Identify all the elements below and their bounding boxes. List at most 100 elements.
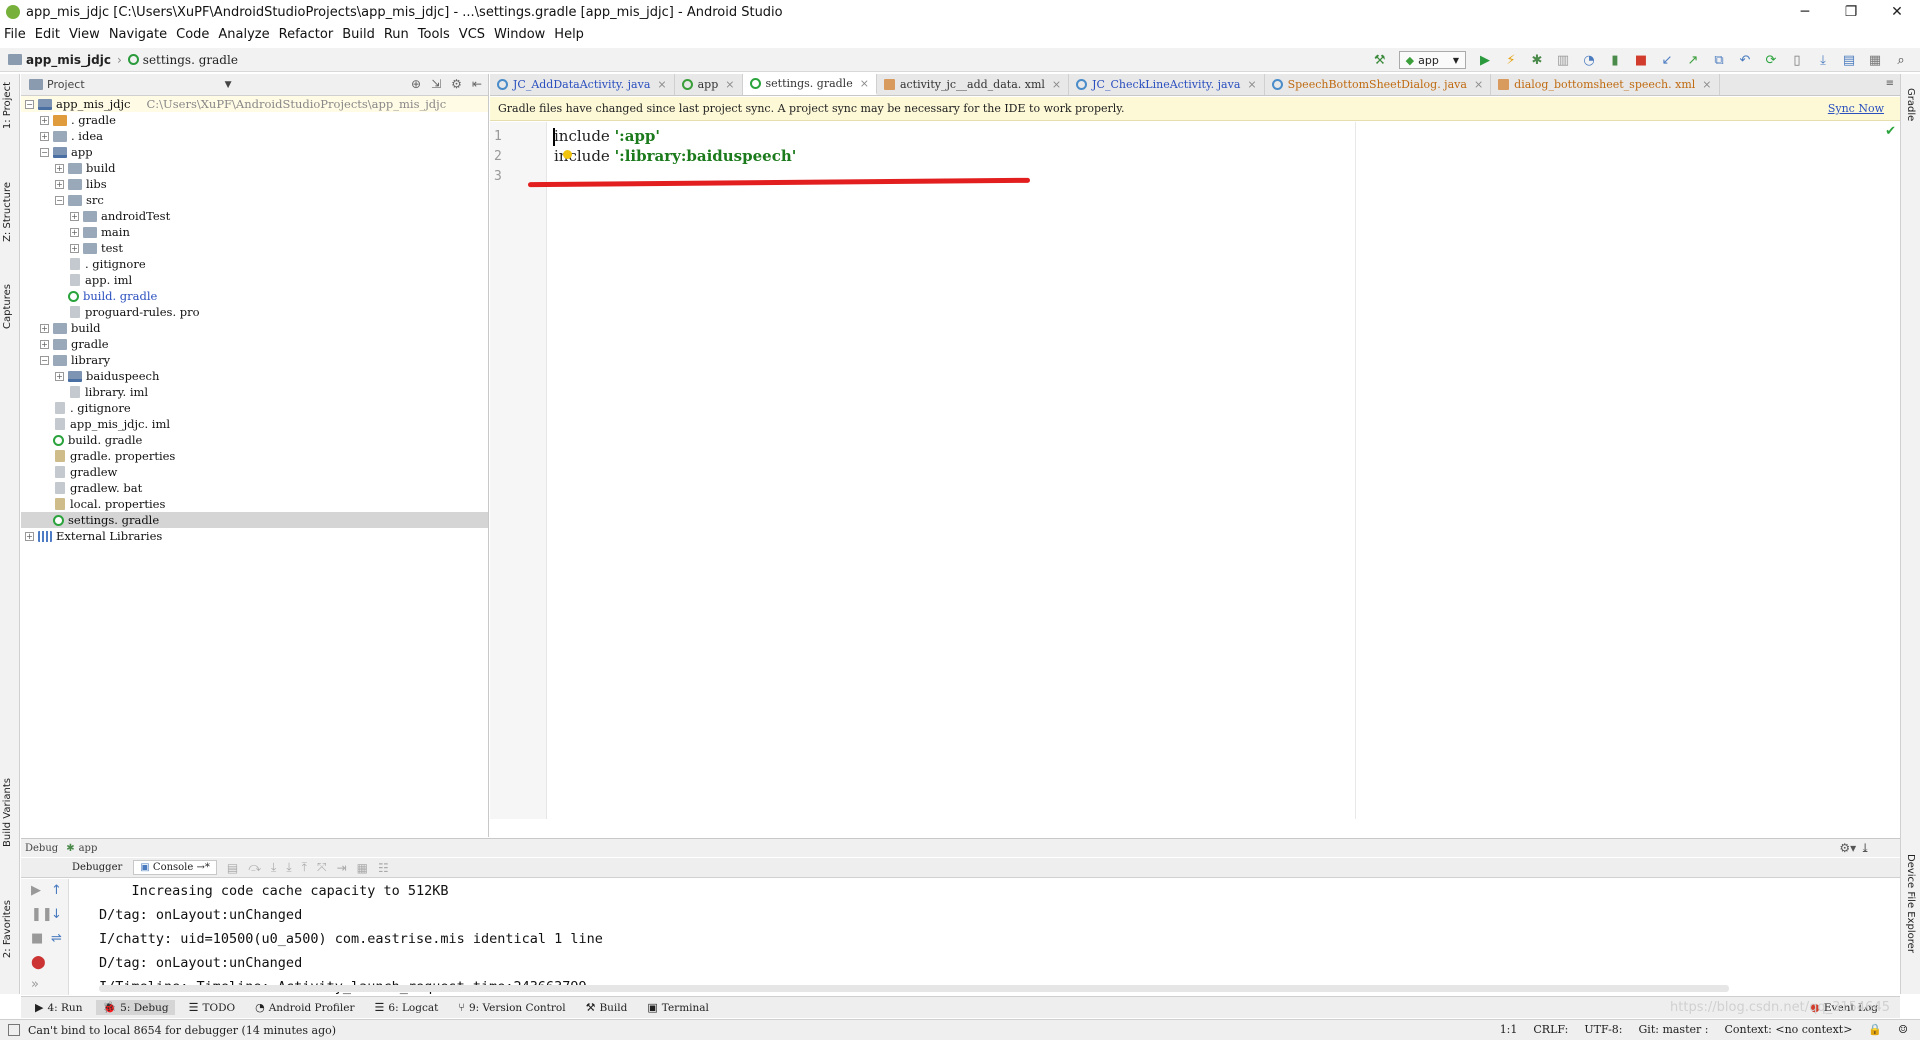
toggle-tool-windows-icon[interactable] — [8, 1024, 20, 1036]
expand-icon[interactable]: + — [40, 115, 49, 125]
expand-icon[interactable]: + — [70, 211, 79, 221]
tree-item[interactable]: app_mis_jdjc. iml — [21, 416, 488, 432]
tool-tab-device-file-explorer[interactable]: Device File Explorer — [1905, 854, 1916, 953]
git-branch[interactable]: Git: master : — [1639, 1023, 1709, 1036]
tool-window-button[interactable]: 🐞 5: Debug — [96, 1000, 175, 1015]
menu-code[interactable]: Code — [176, 27, 209, 42]
close-tab-icon[interactable]: × — [860, 77, 869, 90]
tool-tab-structure[interactable]: Z: Structure — [2, 182, 13, 242]
tree-item[interactable]: app. iml — [21, 272, 488, 288]
run-config-select[interactable]: ◆ app ▼ — [1398, 51, 1466, 69]
stop-icon[interactable]: ■ — [31, 931, 43, 946]
tool-window-button[interactable]: ⚒ Build — [580, 1000, 634, 1015]
close-tab-icon[interactable]: × — [657, 78, 666, 91]
tree-item[interactable]: − app_mis_jdjc C:\Users\XuPF\AndroidStudio… — [21, 96, 488, 112]
tool-tab-project[interactable]: 1: Project — [2, 82, 13, 129]
inspector-icon[interactable]: ☺ — [1898, 1023, 1908, 1036]
hide-panel-icon[interactable]: ⇤ — [472, 77, 482, 91]
trace-icon[interactable]: ☷ — [378, 861, 389, 875]
menu-run[interactable]: Run — [384, 27, 409, 42]
step-over-icon[interactable]: ⤼ — [248, 860, 261, 875]
soft-wrap-icon[interactable]: ⇌ — [51, 931, 62, 946]
tool-window-button[interactable]: ▣ Terminal — [641, 1000, 715, 1015]
tool-window-button[interactable]: ⑂ 9: Version Control — [452, 1000, 571, 1015]
tree-item[interactable]: proguard-rules. pro — [21, 304, 488, 320]
tree-item[interactable]: + build — [21, 320, 488, 336]
vcs-revert-icon[interactable]: ↶ — [1737, 52, 1753, 68]
tree-item[interactable]: . gitignore — [21, 400, 488, 416]
tree-item[interactable]: + main — [21, 224, 488, 240]
menu-navigate[interactable]: Navigate — [109, 27, 167, 42]
tool-window-button[interactable]: ▶ 4: Run — [29, 1000, 88, 1015]
expand-icon[interactable]: + — [25, 531, 34, 541]
tree-item[interactable]: settings. gradle — [21, 512, 488, 528]
stop-icon[interactable]: ■ — [1633, 52, 1649, 68]
project-view-mode[interactable]: Project — [47, 78, 85, 91]
breadcrumb-project[interactable]: app_mis_jdjc — [26, 53, 111, 67]
expand-icon[interactable]: + — [40, 323, 49, 333]
sdk-manager-icon[interactable]: ⤓ — [1815, 52, 1831, 68]
gear-icon[interactable]: ⚙ — [451, 77, 462, 91]
sync-icon[interactable]: ⟳ — [1763, 52, 1779, 68]
view-breakpoints-icon[interactable]: ⬤ — [31, 955, 46, 970]
expand-icon[interactable]: + — [55, 371, 64, 381]
tab-debugger[interactable]: Debugger — [65, 860, 129, 875]
tree-item[interactable]: gradlew. bat — [21, 480, 488, 496]
gear-icon[interactable]: ⚙▾ ⤓ — [1839, 841, 1870, 855]
status-message[interactable]: Can't bind to local 8654 for debugger (1… — [28, 1024, 336, 1037]
console-output[interactable]: Increasing code cache capacity to 512KB … — [99, 879, 1889, 995]
tool-tab-build-variants[interactable]: Build Variants — [2, 778, 13, 847]
close-tab-icon[interactable]: × — [725, 78, 734, 91]
search-icon[interactable]: ⌕ — [1893, 52, 1909, 68]
tree-item[interactable]: + libs — [21, 176, 488, 192]
expand-icon[interactable]: + — [70, 243, 79, 253]
menu-analyze[interactable]: Analyze — [218, 27, 269, 42]
collapse-icon[interactable]: − — [25, 99, 34, 109]
close-tab-icon[interactable]: × — [1247, 78, 1256, 91]
chevron-down-icon[interactable]: ▼ — [225, 80, 232, 90]
layout-icon[interactable]: ▦ — [1867, 52, 1883, 68]
collapse-all-icon[interactable]: ⇲ — [431, 77, 441, 91]
tool-tab-captures[interactable]: Captures — [2, 284, 13, 329]
tree-item[interactable]: + gradle — [21, 336, 488, 352]
close-tab-icon[interactable]: × — [1474, 78, 1483, 91]
menu-view[interactable]: View — [69, 27, 100, 42]
context-indicator[interactable]: Context: <no context> — [1724, 1023, 1852, 1036]
tree-item[interactable]: + . idea — [21, 128, 488, 144]
menu-refactor[interactable]: Refactor — [279, 27, 334, 42]
tree-item[interactable]: . gitignore — [21, 256, 488, 272]
editor-tab[interactable]: settings. gradle × — [742, 74, 877, 95]
expand-icon[interactable]: + — [55, 179, 64, 189]
close-tab-icon[interactable]: × — [1702, 78, 1711, 91]
horizontal-scrollbar[interactable] — [99, 985, 1729, 992]
tree-item[interactable]: gradle. properties — [21, 448, 488, 464]
profile-icon[interactable]: ◔ — [1581, 52, 1597, 68]
tree-item[interactable]: + androidTest — [21, 208, 488, 224]
tree-item[interactable]: gradlew — [21, 464, 488, 480]
file-encoding[interactable]: UTF-8: — [1584, 1023, 1622, 1036]
scroll-from-source-icon[interactable]: ⊕ — [411, 77, 421, 91]
menu-help[interactable]: Help — [554, 27, 584, 42]
tree-item[interactable]: local. properties — [21, 496, 488, 512]
tree-item[interactable]: − app — [21, 144, 488, 160]
tab-console[interactable]: ▣ Console →* — [133, 860, 217, 875]
expand-icon[interactable]: + — [70, 227, 79, 237]
tree-item[interactable]: + build — [21, 160, 488, 176]
apply-changes-icon[interactable]: ⚡ — [1503, 52, 1519, 68]
caret-position[interactable]: 1:1 — [1500, 1023, 1518, 1036]
more-icon[interactable]: » — [31, 977, 39, 992]
debug-config-name[interactable]: app — [79, 843, 98, 854]
close-button[interactable]: ✕ — [1874, 0, 1920, 24]
menu-build[interactable]: Build — [342, 27, 375, 42]
run-to-cursor-icon[interactable]: ⇥ — [337, 861, 347, 875]
code-editor[interactable]: 1 2 3 include ':app' include ':library:b… — [490, 122, 1900, 819]
menu-edit[interactable]: Edit — [35, 27, 60, 42]
tool-tab-favorites[interactable]: 2: Favorites — [2, 900, 13, 958]
hammer-icon[interactable]: ⚒ — [1372, 52, 1388, 68]
resume-icon[interactable]: ▶ — [31, 883, 41, 898]
code-line[interactable]: include ':app' — [554, 127, 660, 145]
tool-window-button[interactable]: ◔ Android Profiler — [249, 1000, 360, 1015]
step-into-icon[interactable]: ⤓ — [271, 860, 276, 875]
scroll-up-icon[interactable]: ↑ — [51, 883, 62, 898]
attach-icon[interactable]: ▮ — [1607, 52, 1623, 68]
